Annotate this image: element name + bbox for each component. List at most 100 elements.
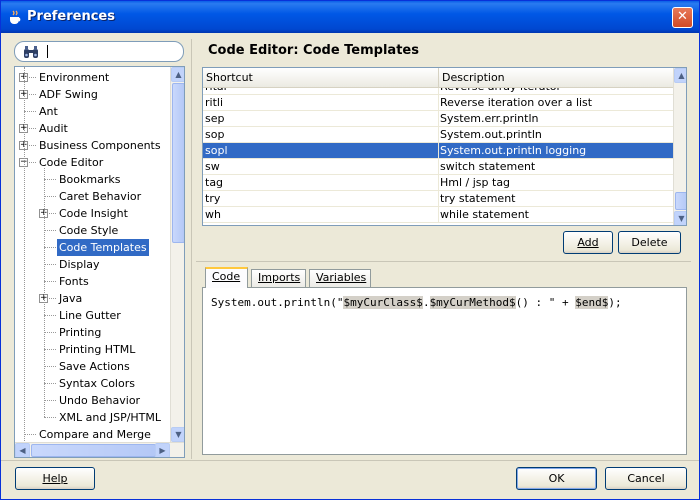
tab-variables[interactable]: Variables <box>309 269 371 287</box>
tree-item[interactable]: Fonts <box>15 273 170 290</box>
tree-item[interactable]: − Code Editor <box>15 154 170 171</box>
tree-item[interactable]: XML and JSP/HTML <box>15 409 170 426</box>
tree-item-label: Fonts <box>59 275 89 288</box>
tree-item[interactable]: Printing HTML <box>15 341 170 358</box>
tree-item[interactable]: Bookmarks <box>15 171 170 188</box>
table-row[interactable]: tag Hml / jsp tag <box>203 175 673 191</box>
panel-splitter[interactable] <box>191 39 192 459</box>
code-text: . <box>422 296 430 309</box>
tree-item-label: Printing <box>59 326 102 339</box>
help-button[interactable]: Help <box>15 467 95 490</box>
tree-item-label: ADF Swing <box>39 88 98 101</box>
cell-description: try statement <box>440 192 516 205</box>
tree-item[interactable]: + Business Components <box>15 137 170 154</box>
template-code-editor[interactable]: System.out.println("$myCurClass$.$myCurM… <box>202 287 687 455</box>
tab-code[interactable]: Code <box>205 267 248 288</box>
tree-item-label: Line Gutter <box>59 309 121 322</box>
tree-connector <box>44 315 56 316</box>
cell-description: switch statement <box>440 160 536 173</box>
delete-button[interactable]: Delete <box>618 231 681 254</box>
tree-connector <box>44 332 56 333</box>
tree-item-label: Code Style <box>59 224 119 237</box>
scroll-up-arrow-icon[interactable]: ▲ <box>171 67 184 82</box>
add-button-label: Add <box>577 236 599 249</box>
cell-shortcut: tag <box>205 176 224 189</box>
tree-item-label: Printing HTML <box>59 343 136 356</box>
template-variable[interactable]: $myCurMethod$ <box>429 296 516 309</box>
tree-item[interactable]: Display <box>15 256 170 273</box>
tree-item-label: Save Actions <box>59 360 130 373</box>
table-vertical-scrollbar[interactable]: ▲ ▼ <box>673 68 686 225</box>
tree-horizontal-scrollbar[interactable]: ◀ ▶ <box>15 442 184 457</box>
templates-table[interactable]: Shortcut Description ritar Reverse array … <box>202 67 687 226</box>
tree-item-label: Code Insight <box>59 207 128 220</box>
code-text: () : " + <box>515 296 576 309</box>
tree-connector <box>44 349 56 350</box>
column-header-description[interactable]: Description <box>439 68 673 88</box>
tree-item[interactable]: Ant <box>15 103 170 120</box>
tree-item[interactable]: + Code Insight <box>15 205 170 222</box>
tree-item[interactable]: Syntax Colors <box>15 375 170 392</box>
tree-item[interactable]: Save Actions <box>15 358 170 375</box>
scroll-down-arrow-icon[interactable]: ▼ <box>674 211 686 225</box>
cell-description: System.err.println <box>440 112 539 125</box>
table-row[interactable]: ritli Reverse iteration over a list <box>203 95 673 111</box>
close-button[interactable]: ✕ <box>672 7 693 28</box>
tree-item[interactable]: + Audit <box>15 120 170 137</box>
tree-connector <box>44 383 56 384</box>
code-text: System.out.println(" <box>211 296 344 309</box>
tree-item-label: Audit <box>39 122 68 135</box>
tree-item-label: Code Editor <box>39 156 104 169</box>
table-row[interactable]: sop System.out.println <box>203 127 673 143</box>
table-row[interactable]: sep System.err.println <box>203 111 673 127</box>
code-text: ); <box>608 296 622 309</box>
cell-shortcut: sop <box>205 128 225 141</box>
template-variable[interactable]: $myCurClass$ <box>343 296 423 309</box>
tree-item[interactable]: Undo Behavior <box>15 392 170 409</box>
tree-item[interactable]: Code Templates <box>15 239 170 256</box>
table-row[interactable]: wh while statement <box>203 207 673 223</box>
template-variable[interactable]: $end$ <box>575 296 609 309</box>
tree-item[interactable]: Code Style <box>15 222 170 239</box>
table-row[interactable]: ritar Reverse array iterator <box>203 88 673 95</box>
tree-scroll-thumb[interactable] <box>172 83 184 243</box>
table-scroll-thumb[interactable] <box>675 192 686 210</box>
cell-shortcut: ritli <box>205 96 224 109</box>
table-header: Shortcut Description <box>203 68 673 88</box>
scroll-down-arrow-icon[interactable]: ▼ <box>171 427 184 442</box>
tree-item-label: XML and JSP/HTML <box>59 411 162 424</box>
tree-item[interactable]: Caret Behavior <box>15 188 170 205</box>
table-row[interactable]: sw switch statement <box>203 159 673 175</box>
tree-hscroll-thumb[interactable] <box>31 444 156 457</box>
tree-connector <box>44 400 56 401</box>
search-input[interactable] <box>14 41 184 62</box>
scroll-left-arrow-icon[interactable]: ◀ <box>15 443 30 457</box>
scroll-right-arrow-icon[interactable]: ▶ <box>155 443 170 457</box>
tree-item[interactable]: Line Gutter <box>15 307 170 324</box>
cancel-button-label: Cancel <box>627 472 665 485</box>
cell-description: System.out.println <box>440 128 542 141</box>
ok-button[interactable]: OK <box>516 467 597 490</box>
add-button[interactable]: Add <box>563 231 613 254</box>
tree-connector <box>44 230 56 231</box>
help-button-label: Help <box>42 472 68 485</box>
table-row[interactable]: try try statement <box>203 191 673 207</box>
page-title: Code Editor: Code Templates <box>208 43 419 58</box>
tree-item[interactable]: + Environment <box>15 69 170 86</box>
scroll-up-arrow-icon[interactable]: ▲ <box>674 68 686 83</box>
tree-item[interactable]: + ADF Swing <box>15 86 170 103</box>
cell-shortcut: sep <box>205 112 225 125</box>
title-bar[interactable]: Preferences ✕ <box>1 1 699 33</box>
tree-item[interactable]: Printing <box>15 324 170 341</box>
tree-item[interactable]: Compare and Merge <box>15 426 170 441</box>
cell-shortcut: ritar <box>203 88 228 94</box>
preferences-tree[interactable]: + Environment + ADF Swing Ant + Audit + Business… <box>14 66 185 458</box>
tree-item[interactable]: + Java <box>15 290 170 307</box>
cell-shortcut: try <box>205 192 221 205</box>
column-header-shortcut[interactable]: Shortcut <box>203 68 439 88</box>
tree-vertical-scrollbar[interactable]: ▲ ▼ <box>170 67 184 442</box>
tab-imports[interactable]: Imports <box>251 269 306 287</box>
table-row[interactable]: sopl System.out.println logging <box>203 143 673 159</box>
footer-divider <box>1 460 699 461</box>
cancel-button[interactable]: Cancel <box>605 467 687 490</box>
